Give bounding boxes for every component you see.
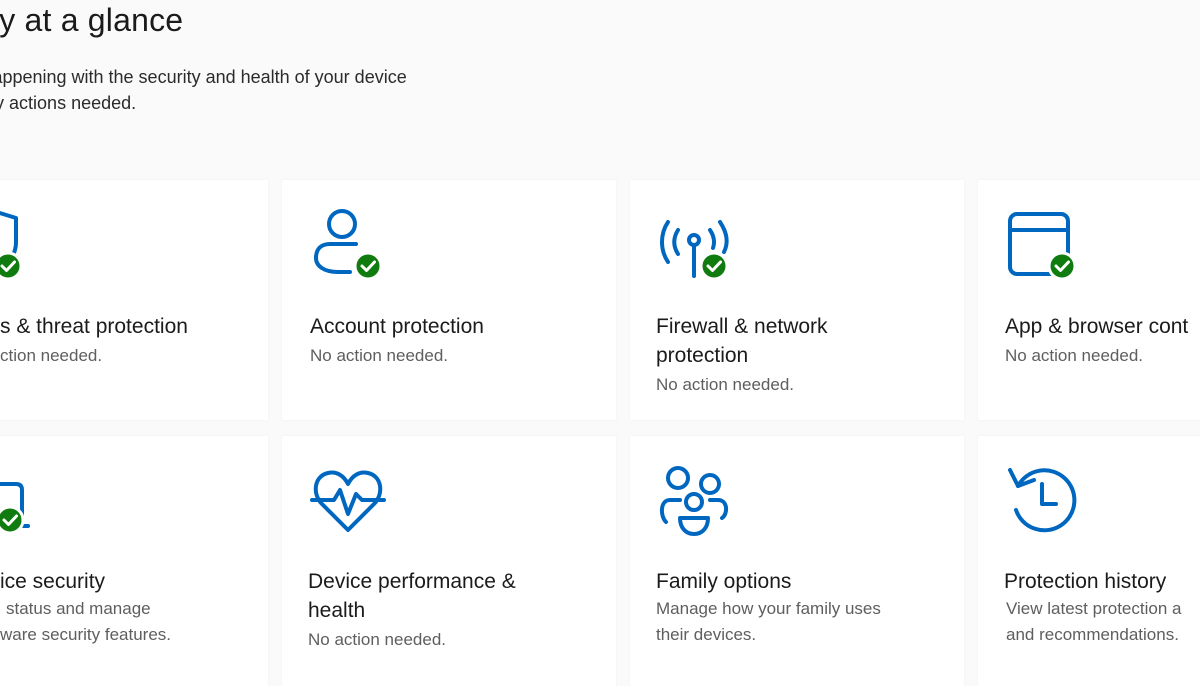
heart-pulse-icon	[308, 460, 388, 540]
check-badge-icon	[699, 251, 729, 281]
person-icon	[310, 200, 390, 281]
tile-name: ice security	[0, 570, 106, 593]
tile-name-line-2: protection	[656, 344, 749, 367]
check-badge-icon	[0, 505, 25, 535]
tile-desc-line-2: and recommendations.	[1006, 625, 1179, 644]
tile-virus-threat-protection[interactable]: s & threat protection ction needed.	[0, 180, 268, 420]
tile-name-line-2: health	[308, 599, 366, 622]
tile-name: s & threat protection	[0, 315, 188, 338]
subtitle-line-1: t's happening with the security and heal…	[0, 67, 407, 87]
subtitle-line-2: e any actions needed.	[0, 93, 137, 113]
tile-status: No action needed.	[308, 630, 446, 649]
tile-desc-line-2: their devices.	[656, 625, 757, 644]
tile-name: Account protection	[310, 315, 484, 338]
tile-desc: status and manage	[6, 599, 151, 618]
tile-desc: Manage how your family uses	[656, 599, 881, 618]
page-title: rity at a glance	[0, 2, 184, 38]
check-badge-icon	[1047, 251, 1077, 281]
laptop-icon	[0, 460, 34, 540]
tile-name: Device performance &	[308, 570, 516, 593]
check-badge-icon	[0, 251, 23, 281]
page-subtitle: t's happening with the security and heal…	[0, 64, 407, 116]
tile-desc-line-2: ware security features.	[0, 625, 172, 644]
tile-device-performance-health[interactable]: Device performance & health No action ne…	[282, 436, 616, 686]
tile-name: App & browser cont	[1005, 315, 1189, 338]
tile-status: No action needed.	[1005, 346, 1143, 365]
shield-icon	[0, 200, 30, 281]
history-clock-icon	[1004, 460, 1084, 540]
tile-status: ction needed.	[0, 346, 103, 365]
tile-status: No action needed.	[310, 346, 448, 365]
tile-protection-history[interactable]: Protection history View latest protectio…	[978, 436, 1200, 686]
tile-family-options[interactable]: Family options Manage how your family us…	[630, 436, 964, 686]
tile-desc: View latest protection a	[1006, 599, 1182, 618]
family-icon	[656, 460, 736, 540]
browser-window-icon	[1004, 200, 1084, 281]
tile-app-browser-control[interactable]: App & browser cont No action needed.	[978, 180, 1200, 420]
wifi-antenna-icon	[654, 200, 734, 281]
tile-name: Family options	[656, 570, 792, 593]
tile-device-security[interactable]: ice security status and manage ware secu…	[0, 436, 268, 686]
tile-status: No action needed.	[656, 375, 794, 394]
tile-account-protection[interactable]: Account protection No action needed.	[282, 180, 616, 420]
tile-firewall-network-protection[interactable]: Firewall & network protection No action …	[630, 180, 964, 420]
tile-name: Firewall & network	[656, 315, 828, 338]
tile-name: Protection history	[1004, 570, 1167, 593]
check-badge-icon	[353, 251, 383, 281]
